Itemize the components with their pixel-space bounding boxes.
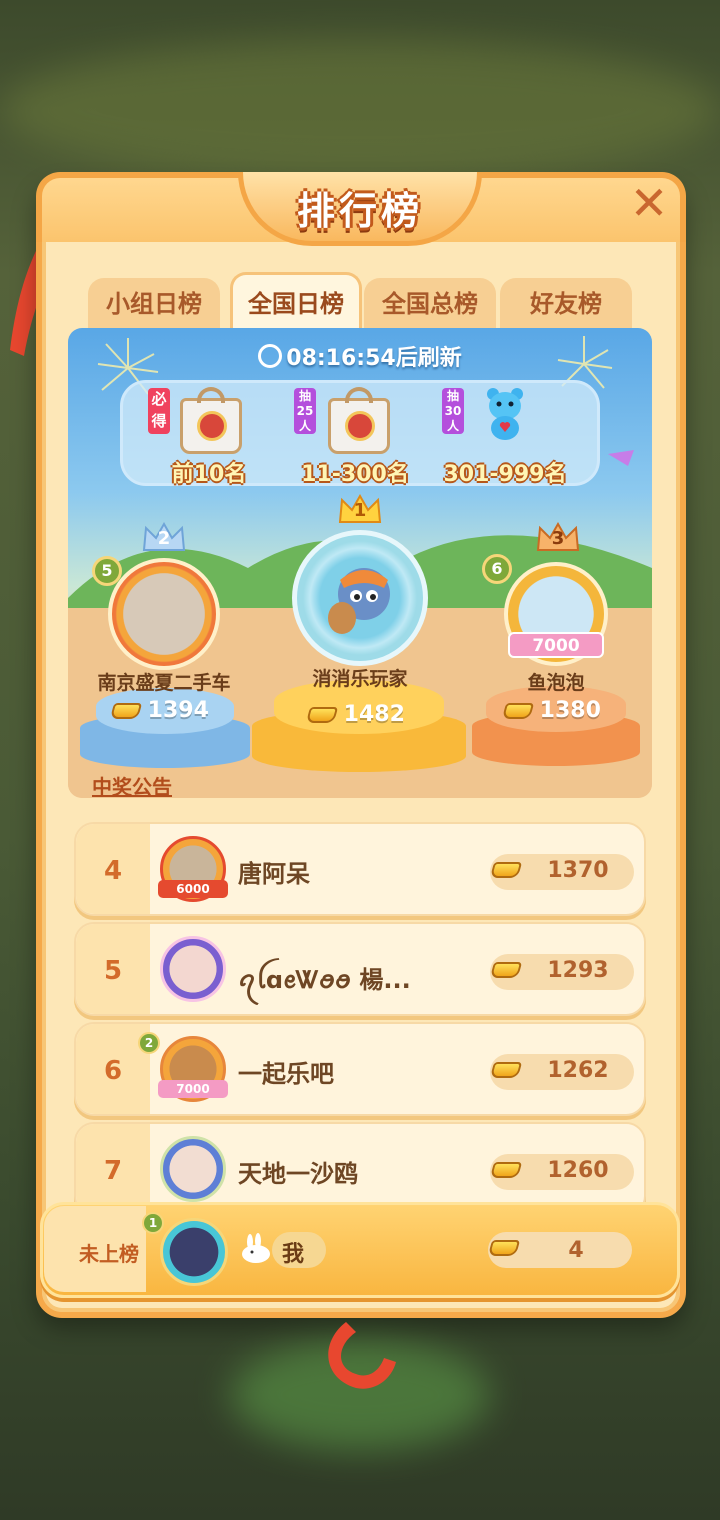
prize-tag: 抽 30 人	[442, 388, 464, 434]
player-name: 唐阿呆	[238, 860, 310, 888]
prize-tag: 抽 25 人	[294, 388, 316, 434]
prize-label: 前10名	[171, 462, 247, 487]
rank-number: 5	[103, 956, 123, 986]
gift-bag-icon	[328, 387, 390, 454]
player-name: 南京盛夏二手车	[97, 672, 231, 694]
background-blur	[0, 40, 720, 180]
frame-badge: 7000	[158, 1080, 228, 1098]
prize-label: 11-300名	[301, 462, 409, 487]
rank-badge: 3	[551, 528, 565, 549]
tab-national-total[interactable]: 全国总榜	[364, 278, 496, 330]
close-button[interactable]: ✕	[626, 180, 672, 226]
prize-label: 301-999名	[443, 462, 567, 487]
player-name: 天地一沙鸥	[238, 1160, 358, 1188]
player-name: ꪖꪶɑꫀᏔꪮꪮ 楊...	[238, 966, 411, 994]
my-score: 4	[568, 1238, 584, 1263]
player-name: 鱼泡泡	[527, 672, 585, 694]
gold-ingot-icon	[305, 707, 339, 723]
frame-badge: 7000	[508, 632, 604, 658]
player-score: 1394	[109, 698, 209, 723]
clock-icon	[258, 344, 283, 368]
rank-number: 6	[103, 1056, 123, 1086]
winner-announcement-link[interactable]: 中奖公告	[92, 771, 172, 800]
level-badge: 5	[92, 556, 122, 586]
page-title: 排行榜	[296, 189, 423, 233]
player-name: 消消乐玩家	[312, 668, 408, 690]
player-score: 1262	[547, 1058, 609, 1083]
my-name: 我	[282, 1242, 305, 1267]
player-score: 1380	[501, 698, 601, 723]
rank-number: 7	[103, 1156, 123, 1186]
close-icon: ✕	[629, 176, 669, 230]
ribbon-decoration	[328, 1322, 396, 1389]
my-rank-label: 未上榜	[79, 1242, 139, 1266]
player-score: 1482	[305, 702, 405, 727]
player-score: 1260	[547, 1158, 609, 1183]
rank-badge: 1	[353, 500, 367, 521]
tab-group-daily[interactable]: 小组日榜	[88, 278, 220, 330]
avatar[interactable]	[160, 936, 226, 1002]
tab-friends[interactable]: 好友榜	[500, 278, 632, 330]
tab-national-daily[interactable]: 全国日榜	[230, 272, 362, 330]
level-badge: 2	[138, 1032, 160, 1054]
rank-number: 4	[103, 856, 123, 886]
frame-badge: 6000	[158, 880, 228, 898]
player-name: 一起乐吧	[238, 1060, 334, 1088]
list-item[interactable]: 5 ꪖꪶɑꫀᏔꪮꪮ 楊... 1293	[74, 922, 646, 1016]
avatar[interactable]	[108, 558, 220, 670]
prize-tag: 必得	[148, 388, 170, 434]
blue-bear-plush-icon	[487, 388, 523, 440]
list-item[interactable]: 4 6000 唐阿呆 1370	[74, 822, 646, 916]
tab-bar: 小组日榜 全国日榜 全国总榜 好友榜	[88, 272, 634, 330]
rabbit-icon	[242, 1233, 270, 1263]
game-character-icon	[328, 568, 390, 634]
rank-badge: 2	[157, 528, 171, 549]
player-score: 1293	[547, 958, 609, 983]
confetti-decoration	[608, 450, 634, 466]
gift-bag-icon	[180, 387, 242, 454]
avatar[interactable]	[160, 1218, 228, 1286]
avatar[interactable]	[160, 1136, 226, 1202]
refresh-countdown: 08:16:54后刷新	[0, 340, 720, 372]
level-badge: 1	[142, 1212, 164, 1234]
gold-ingot-icon	[501, 703, 535, 719]
gold-ingot-icon	[109, 703, 143, 719]
list-item[interactable]: 6 2 7000 一起乐吧 1262	[74, 1022, 646, 1116]
level-badge: 6	[482, 554, 512, 584]
player-score: 1370	[547, 858, 609, 883]
